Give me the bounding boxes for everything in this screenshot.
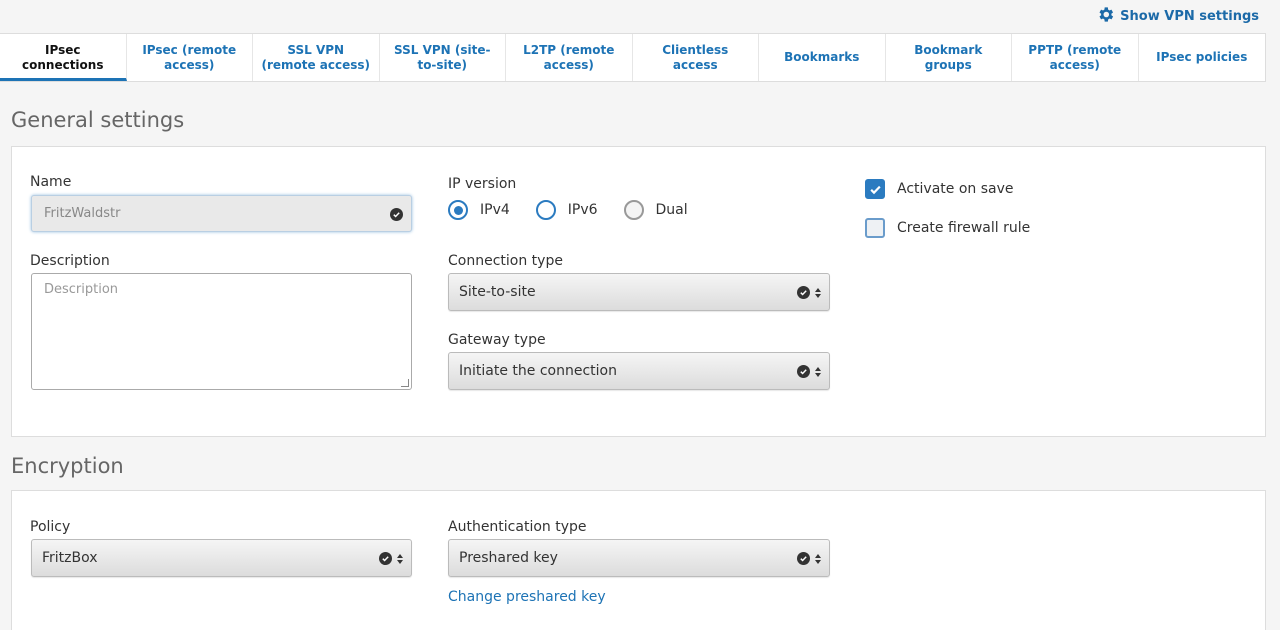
show-vpn-settings-link[interactable]: Show VPN settings bbox=[1096, 5, 1259, 28]
connection-type-value: Site-to-site bbox=[459, 284, 536, 300]
check-circle-icon bbox=[797, 365, 810, 378]
tab-pptp-remote-access[interactable]: PPTP (remote access) bbox=[1012, 34, 1139, 81]
description-textarea[interactable]: Description bbox=[31, 273, 412, 390]
chevron-up-down-icon bbox=[815, 287, 821, 298]
ipv4-label: IPv4 bbox=[480, 202, 510, 218]
check-circle-icon bbox=[797, 552, 810, 565]
ip-version-label: IP version bbox=[448, 176, 517, 192]
connection-type-select[interactable]: Site-to-site bbox=[448, 273, 830, 311]
tab-ssl-vpn-site-to-site[interactable]: SSL VPN (site-to-site) bbox=[380, 34, 506, 81]
activate-on-save-row: Activate on save bbox=[865, 179, 1013, 199]
description-label: Description bbox=[30, 253, 110, 269]
tab-bookmark-groups[interactable]: Bookmark groups bbox=[886, 34, 1012, 81]
tab-bar: IPsec connections IPsec (remote access) … bbox=[0, 33, 1266, 82]
dual-radio[interactable] bbox=[623, 200, 644, 220]
check-circle-icon bbox=[390, 208, 403, 221]
ipv6-radio[interactable] bbox=[535, 200, 556, 220]
name-field[interactable]: FritzWaldstr bbox=[31, 195, 412, 232]
name-value: FritzWaldstr bbox=[44, 206, 121, 221]
gear-icon bbox=[1096, 5, 1115, 28]
chevron-up-down-icon bbox=[815, 366, 821, 377]
tab-ipsec-connections[interactable]: IPsec connections bbox=[0, 34, 127, 81]
tab-l2tp-remote-access[interactable]: L2TP (remote access) bbox=[506, 34, 633, 81]
checkmark-icon bbox=[869, 185, 881, 194]
policy-label: Policy bbox=[30, 519, 71, 535]
activate-on-save-checkbox[interactable] bbox=[865, 179, 885, 199]
encryption-panel: Policy FritzBox Authentication type Pres… bbox=[11, 490, 1266, 630]
connection-type-label: Connection type bbox=[448, 253, 563, 269]
tab-clientless-access[interactable]: Clientless access bbox=[633, 34, 759, 81]
change-preshared-key-link[interactable]: Change preshared key bbox=[448, 589, 606, 605]
show-vpn-settings-label: Show VPN settings bbox=[1120, 9, 1259, 24]
create-firewall-rule-label: Create firewall rule bbox=[897, 220, 1031, 236]
create-firewall-rule-checkbox[interactable] bbox=[865, 218, 885, 238]
tab-ipsec-policies[interactable]: IPsec policies bbox=[1139, 34, 1266, 81]
description-placeholder: Description bbox=[44, 282, 119, 297]
check-circle-icon bbox=[797, 286, 810, 299]
policy-value: FritzBox bbox=[42, 550, 98, 566]
tab-ssl-vpn-remote-access[interactable]: SSL VPN (remote access) bbox=[253, 34, 380, 81]
authentication-type-label: Authentication type bbox=[448, 519, 587, 535]
policy-select[interactable]: FritzBox bbox=[31, 539, 412, 577]
gateway-type-label: Gateway type bbox=[448, 332, 546, 348]
authentication-type-select[interactable]: Preshared key bbox=[448, 539, 830, 577]
check-circle-icon bbox=[379, 552, 392, 565]
chevron-up-down-icon bbox=[815, 553, 821, 564]
gateway-type-select[interactable]: Initiate the connection bbox=[448, 352, 830, 390]
chevron-up-down-icon bbox=[397, 553, 403, 564]
authentication-type-value: Preshared key bbox=[459, 550, 558, 566]
gateway-type-value: Initiate the connection bbox=[459, 363, 617, 379]
ipv4-radio[interactable] bbox=[448, 200, 468, 220]
general-settings-panel: Name FritzWaldstr Description Descriptio… bbox=[11, 146, 1266, 437]
ip-version-group: IPv4 IPv6 Dual bbox=[448, 200, 714, 220]
top-bar: Show VPN settings bbox=[0, 0, 1280, 33]
tab-ipsec-remote-access[interactable]: IPsec (remote access) bbox=[127, 34, 253, 81]
ipv6-label: IPv6 bbox=[567, 202, 598, 218]
encryption-title: Encryption bbox=[11, 454, 124, 478]
activate-on-save-label: Activate on save bbox=[897, 181, 1014, 197]
resize-handle-icon[interactable] bbox=[401, 379, 409, 387]
create-firewall-rule-row: Create firewall rule bbox=[865, 218, 1030, 238]
tab-bookmarks[interactable]: Bookmarks bbox=[759, 34, 886, 81]
general-settings-title: General settings bbox=[11, 108, 185, 132]
dual-label: Dual bbox=[655, 202, 688, 218]
name-label: Name bbox=[30, 174, 72, 190]
